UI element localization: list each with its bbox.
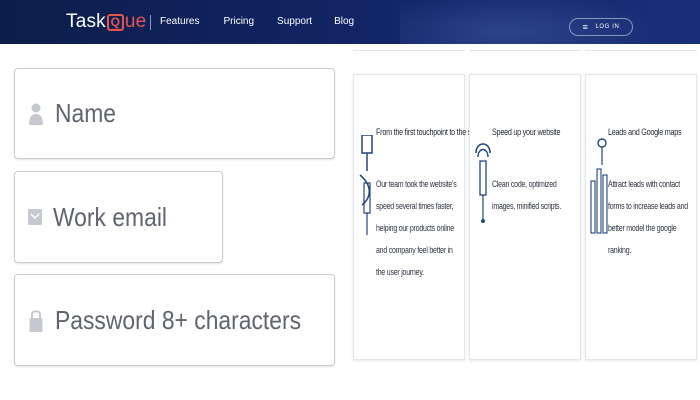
nav-blog-link[interactable]: Blog bbox=[334, 16, 354, 27]
top-navbar: Task Q ue Features Pricing Support Blog … bbox=[0, 0, 700, 44]
main-nav: Features Pricing Support Blog bbox=[160, 16, 354, 27]
feature-card-3: Leads and Google maps Attract leads with… bbox=[585, 74, 697, 360]
card-strip-3 bbox=[585, 44, 697, 51]
user-icon bbox=[27, 100, 45, 128]
logo-divider bbox=[150, 15, 151, 30]
logo-checkbox-icon: Q bbox=[106, 13, 124, 31]
taskque-logo[interactable]: Task Q ue bbox=[66, 10, 146, 34]
feature-card-2: Speed up your website Clean code, optimi… bbox=[469, 74, 581, 360]
nav-pricing-link[interactable]: Pricing bbox=[223, 16, 254, 27]
building-icon bbox=[358, 134, 376, 265]
password-input[interactable] bbox=[54, 304, 301, 336]
card-title: From the first touchpoint to the sale bbox=[376, 127, 480, 137]
login-button[interactable]: ≡ LOG IN bbox=[569, 18, 633, 36]
card-text: Clean code, optimized images, minified s… bbox=[492, 179, 562, 211]
name-field[interactable] bbox=[14, 68, 335, 159]
work-email-input[interactable] bbox=[53, 201, 202, 233]
card-text: Attract leads with contact forms to incr… bbox=[608, 179, 688, 255]
chart-icon bbox=[590, 135, 608, 265]
email-icon bbox=[27, 203, 43, 231]
logo-text-suffix: ue bbox=[124, 11, 147, 32]
logo-text-prefix: Task bbox=[66, 11, 106, 32]
name-input[interactable] bbox=[54, 98, 301, 129]
feature-card-1: From the first touchpoint to the sale Ou… bbox=[353, 74, 480, 360]
card-text: Our team took the website's speed severa… bbox=[376, 179, 457, 277]
login-icon: ≡ bbox=[582, 21, 589, 32]
login-label: LOG IN bbox=[595, 24, 620, 30]
work-email-field[interactable] bbox=[14, 171, 223, 263]
card-strip-2 bbox=[469, 44, 581, 51]
nav-features-link[interactable]: Features bbox=[160, 16, 199, 27]
card-strip-1 bbox=[353, 44, 465, 51]
password-field[interactable] bbox=[14, 274, 335, 366]
lock-icon bbox=[27, 306, 45, 334]
card-title: Leads and Google maps bbox=[608, 127, 682, 137]
nav-support-link[interactable]: Support bbox=[277, 16, 312, 27]
speed-icon bbox=[474, 135, 492, 265]
card-title: Speed up your website bbox=[492, 127, 561, 137]
